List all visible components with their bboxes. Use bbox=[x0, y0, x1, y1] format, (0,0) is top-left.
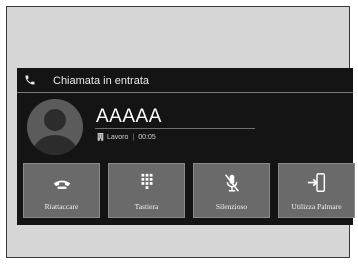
call-status-title: Chiamata in entrata bbox=[53, 75, 149, 87]
avatar-body-shape bbox=[32, 135, 78, 155]
keypad-label: Tastiera bbox=[134, 202, 159, 211]
use-handset-label: Utilizza Palmare bbox=[291, 202, 342, 211]
use-handset-button[interactable]: Utilizza Palmare bbox=[278, 163, 355, 218]
caller-name-underline bbox=[95, 128, 255, 129]
building-icon bbox=[97, 133, 104, 141]
caller-number-label: Lavoro bbox=[107, 134, 129, 141]
meta-separator: | bbox=[132, 134, 135, 141]
call-duration: 00:05 bbox=[138, 134, 156, 141]
avatar-head-shape bbox=[44, 109, 66, 131]
call-header: Chiamata in entrata bbox=[17, 70, 353, 90]
mute-microphone-icon bbox=[225, 174, 239, 192]
transfer-to-handset-icon bbox=[307, 173, 326, 192]
caller-avatar bbox=[27, 99, 83, 155]
keypad-icon bbox=[141, 173, 153, 189]
phone-icon bbox=[25, 75, 35, 85]
call-action-buttons: Riattaccare Tastiera Silenzioso Utilizza… bbox=[23, 163, 357, 218]
keypad-button[interactable]: Tastiera bbox=[108, 163, 185, 218]
hang-up-button[interactable]: Riattaccare bbox=[23, 163, 100, 218]
header-divider bbox=[17, 92, 353, 93]
screenshot-frame: Chiamata in entrata AAAAA Lavoro|00:05 bbox=[6, 6, 355, 258]
incoming-call-screen: Chiamata in entrata AAAAA Lavoro|00:05 bbox=[17, 68, 355, 225]
mute-label: Silenzioso bbox=[215, 202, 248, 211]
mute-button[interactable]: Silenzioso bbox=[193, 163, 270, 218]
caller-name: AAAAA bbox=[96, 106, 162, 127]
hang-up-icon bbox=[53, 180, 71, 189]
caller-meta: Lavoro | 00:05 bbox=[97, 132, 156, 141]
hang-up-label: Riattaccare bbox=[44, 202, 79, 211]
